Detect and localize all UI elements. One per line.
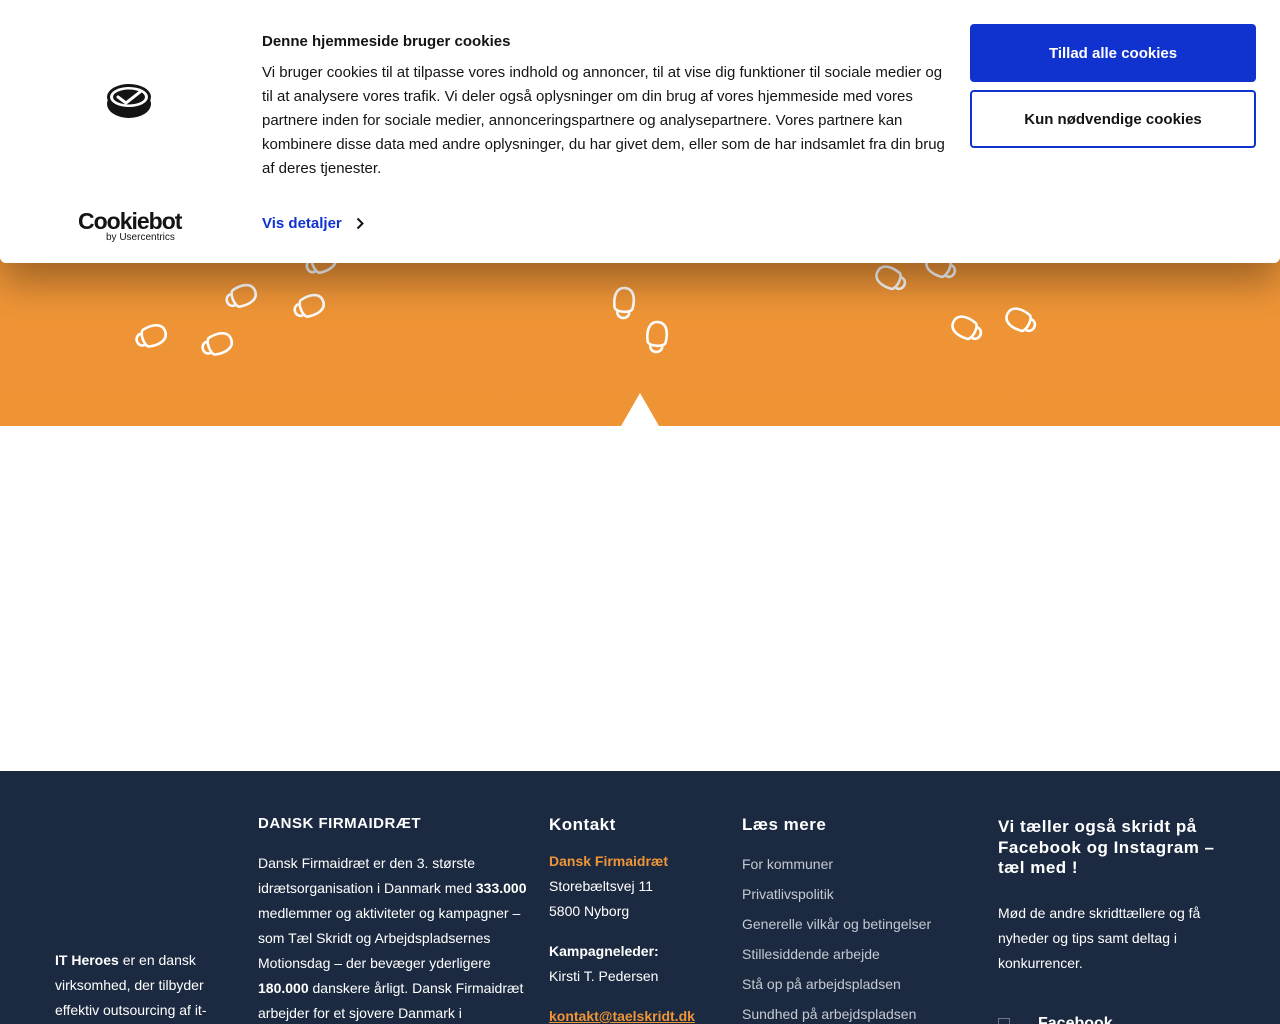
social-heading: Vi tæller også skridt på Facebook og Ins… (998, 817, 1215, 877)
contact-email-link[interactable]: kontakt@taelskridt.dk (549, 1008, 695, 1024)
facebook-label: Facebook (1038, 1014, 1113, 1024)
read-more-link-stillesiddende[interactable]: Stillesiddende arbejde (742, 939, 972, 969)
read-more-heading: Læs mere (742, 815, 827, 834)
contact-street: Storebæltsvej 11 (549, 878, 654, 894)
contact-org: Dansk Firmaidræt (549, 853, 669, 869)
about-company: IT Heroes (55, 952, 119, 968)
read-more-link-for-kommuner[interactable]: For kommuner (742, 849, 972, 879)
read-more-link-privatlivspolitik[interactable]: Privatlivspolitik (742, 879, 972, 909)
footer-read-more: Læs mere For kommuner Privatlivspolitik … (742, 815, 972, 1024)
cookiebot-logo-icon (60, 70, 200, 135)
site-footer: IT Heroes er en dansk virksomhed, der ti… (0, 771, 1280, 1024)
cookiebot-brand-name: Cookiebot (78, 208, 182, 234)
contact-leader-label: Kampagneleder: (549, 943, 659, 959)
footer-social: Vi tæller også skridt på Facebook og Ins… (998, 817, 1228, 1024)
cookiebot-brand: Cookiebot by Usercentrics (78, 209, 188, 243)
contact-heading: Kontakt (549, 815, 616, 834)
chevron-right-icon (356, 217, 364, 230)
footer-dansk-firmaidraet: DANSK FIRMAIDRÆT Dansk Firmaidræt er den… (258, 815, 533, 1024)
df-text-1: Dansk Firmaidræt er den 3. største idræt… (258, 855, 476, 896)
cookiebot-brand-sub: by Usercentrics (106, 232, 175, 243)
facebook-link[interactable]: Facebook (998, 1015, 1228, 1024)
dansk-firmaidraet-heading: DANSK FIRMAIDRÆT (258, 815, 421, 832)
cookie-consent-banner: Cookiebot by Usercentrics Denne hjemmesi… (0, 0, 1280, 263)
read-more-link-staa-op[interactable]: Stå op på arbejdspladsen (742, 969, 972, 999)
allow-all-cookies-button[interactable]: Tillad alle cookies (970, 24, 1256, 82)
df-text-2: medlemmer og aktiviteter og kampagner – … (258, 905, 521, 971)
df-members: 333.000 (475, 880, 527, 896)
contact-city: 5800 Nyborg (549, 903, 630, 919)
cookie-banner-title: Denne hjemmeside bruger cookies (262, 33, 511, 50)
show-details-label: Vis detaljer (262, 215, 342, 232)
dansk-firmaidraet-text: Dansk Firmaidræt er den 3. største idræt… (258, 851, 533, 1024)
contact-leader-name: Kirsti T. Pedersen (549, 968, 659, 984)
hero-notch (621, 393, 659, 426)
social-text: Mød de andre skridttællere og få nyheder… (998, 904, 1201, 971)
cookie-banner-text: Vi bruger cookies til at tilpasse vores … (262, 64, 945, 177)
facebook-icon (998, 1017, 1010, 1024)
show-details-link[interactable]: Vis detaljer (262, 215, 364, 232)
df-extra: 180.000 (258, 980, 309, 996)
read-more-link-sundhed[interactable]: Sundhed på arbejdspladsen (742, 999, 972, 1024)
footer-about: IT Heroes er en dansk virksomhed, der ti… (55, 948, 215, 1023)
read-more-link-vilkaar[interactable]: Generelle vilkår og betingelser (742, 909, 972, 939)
necessary-cookies-button[interactable]: Kun nødvendige cookies (970, 90, 1256, 148)
footer-contact: Kontakt Dansk Firmaidræt Storebæltsvej 1… (549, 815, 729, 1024)
